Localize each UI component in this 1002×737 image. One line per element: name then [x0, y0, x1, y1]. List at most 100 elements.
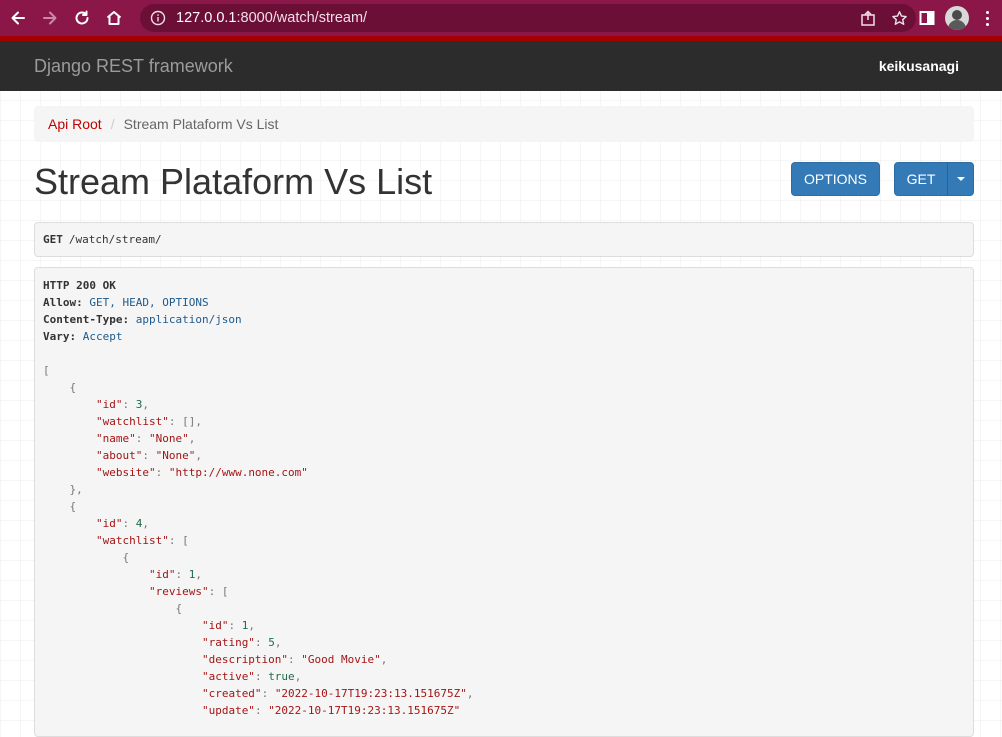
json-token: 5 [268, 636, 275, 649]
kebab-menu-icon [985, 10, 989, 26]
response-info: HTTP 200 OK Allow: GET, HEAD, OPTIONS Co… [34, 267, 974, 737]
json-token: "id" [95, 398, 123, 411]
browser-toolbar: 127.0.0.1:8000/watch/stream/ [0, 0, 1002, 36]
brand-link[interactable]: Django REST framework [34, 56, 233, 77]
json-token: : [135, 432, 149, 445]
header-value: Accept [82, 330, 123, 343]
forward-button[interactable] [36, 4, 64, 32]
header-value: application/json [135, 313, 242, 326]
json-line: "website": "http://www.none.com" [43, 464, 965, 481]
json-line: }, [43, 481, 965, 498]
profile-button[interactable] [942, 3, 972, 33]
json-line: "active": true, [43, 668, 965, 685]
header-key: Content-Type: [43, 313, 130, 326]
json-token: "website" [95, 466, 156, 479]
json-token: { [43, 551, 130, 564]
caret-down-icon [956, 177, 965, 181]
reload-button[interactable] [68, 4, 96, 32]
json-token: , [274, 636, 282, 649]
json-line: { [43, 379, 965, 396]
response-status: HTTP 200 OK [43, 279, 116, 292]
json-line: "rating": 5, [43, 634, 965, 651]
options-button[interactable]: OPTIONS [791, 162, 880, 196]
json-token: : [175, 568, 189, 581]
breadcrumb-api-root[interactable]: Api Root [48, 116, 102, 132]
header-key: Vary: [43, 330, 77, 343]
json-token: : [228, 619, 242, 632]
get-button[interactable]: GET [894, 162, 948, 196]
json-token: "None" [148, 432, 189, 445]
json-token: "description" [201, 653, 289, 666]
address-bar[interactable]: 127.0.0.1:8000/watch/stream/ [140, 4, 916, 32]
json-token: "2022-10-17T19:23:13.151675Z" [268, 704, 461, 717]
json-token: "id" [201, 619, 229, 632]
home-icon [106, 11, 122, 25]
json-token: , [195, 568, 202, 581]
json-line: "update": "2022-10-17T19:23:13.151675Z" [43, 702, 965, 719]
side-panel-icon [919, 11, 935, 25]
json-token: : [142, 449, 156, 462]
json-token: true [268, 670, 295, 683]
json-line: { [43, 600, 965, 617]
json-line: { [43, 498, 965, 515]
json-token: : [254, 704, 269, 717]
menu-button[interactable] [972, 3, 1002, 33]
json-line: "about": "None", [43, 447, 965, 464]
json-token: "http://www.none.com" [168, 466, 308, 479]
json-token: { [43, 602, 183, 615]
json-line: [ [43, 362, 965, 379]
header-value: GET, HEAD, OPTIONS [89, 296, 209, 309]
side-panel-button[interactable] [912, 3, 942, 33]
avatar [945, 6, 969, 30]
url-host: 127.0.0.1 [176, 10, 237, 26]
arrow-left-icon [11, 11, 25, 25]
json-token: [ [43, 364, 50, 377]
json-token: "id" [95, 517, 123, 530]
json-token: "created" [201, 687, 262, 700]
json-token: "update" [201, 704, 255, 717]
share-icon[interactable] [860, 9, 877, 27]
back-button[interactable] [4, 4, 32, 32]
json-token: { [43, 381, 77, 394]
info-icon[interactable] [150, 10, 166, 26]
json-token: : [288, 653, 302, 666]
json-token: , [294, 670, 302, 683]
json-token: , [195, 449, 202, 462]
json-token: "watchlist" [95, 534, 169, 547]
json-token: "name" [95, 432, 136, 445]
response-header: Allow: GET, HEAD, OPTIONS [43, 294, 965, 311]
breadcrumb-current: Stream Plataform Vs List [123, 116, 279, 132]
json-token: { [43, 500, 77, 513]
get-format-dropdown[interactable] [947, 162, 974, 196]
reload-icon [75, 10, 89, 25]
json-line: "id": 3, [43, 396, 965, 413]
response-header: Content-Type: application/json [43, 311, 965, 328]
json-token: : [122, 398, 136, 411]
json-token: : [155, 466, 169, 479]
arrow-right-icon [43, 11, 57, 25]
json-line: "id": 1, [43, 617, 965, 634]
json-token: : [ [168, 534, 189, 547]
page-title: Stream Plataform Vs List [34, 161, 433, 202]
json-token: "2022-10-17T19:23:13.151675Z" [274, 687, 467, 700]
json-token: : [254, 670, 269, 683]
json-token: , [248, 619, 255, 632]
json-token: "Good Movie" [301, 653, 381, 666]
breadcrumb-separator: / [110, 116, 115, 132]
json-line: "reviews": [ [43, 583, 965, 600]
user-menu[interactable]: keikusanagi [879, 58, 959, 74]
json-token: : [122, 517, 136, 530]
home-button[interactable] [100, 4, 128, 32]
json-token: , [142, 398, 149, 411]
bookmark-star-icon[interactable] [891, 10, 908, 27]
